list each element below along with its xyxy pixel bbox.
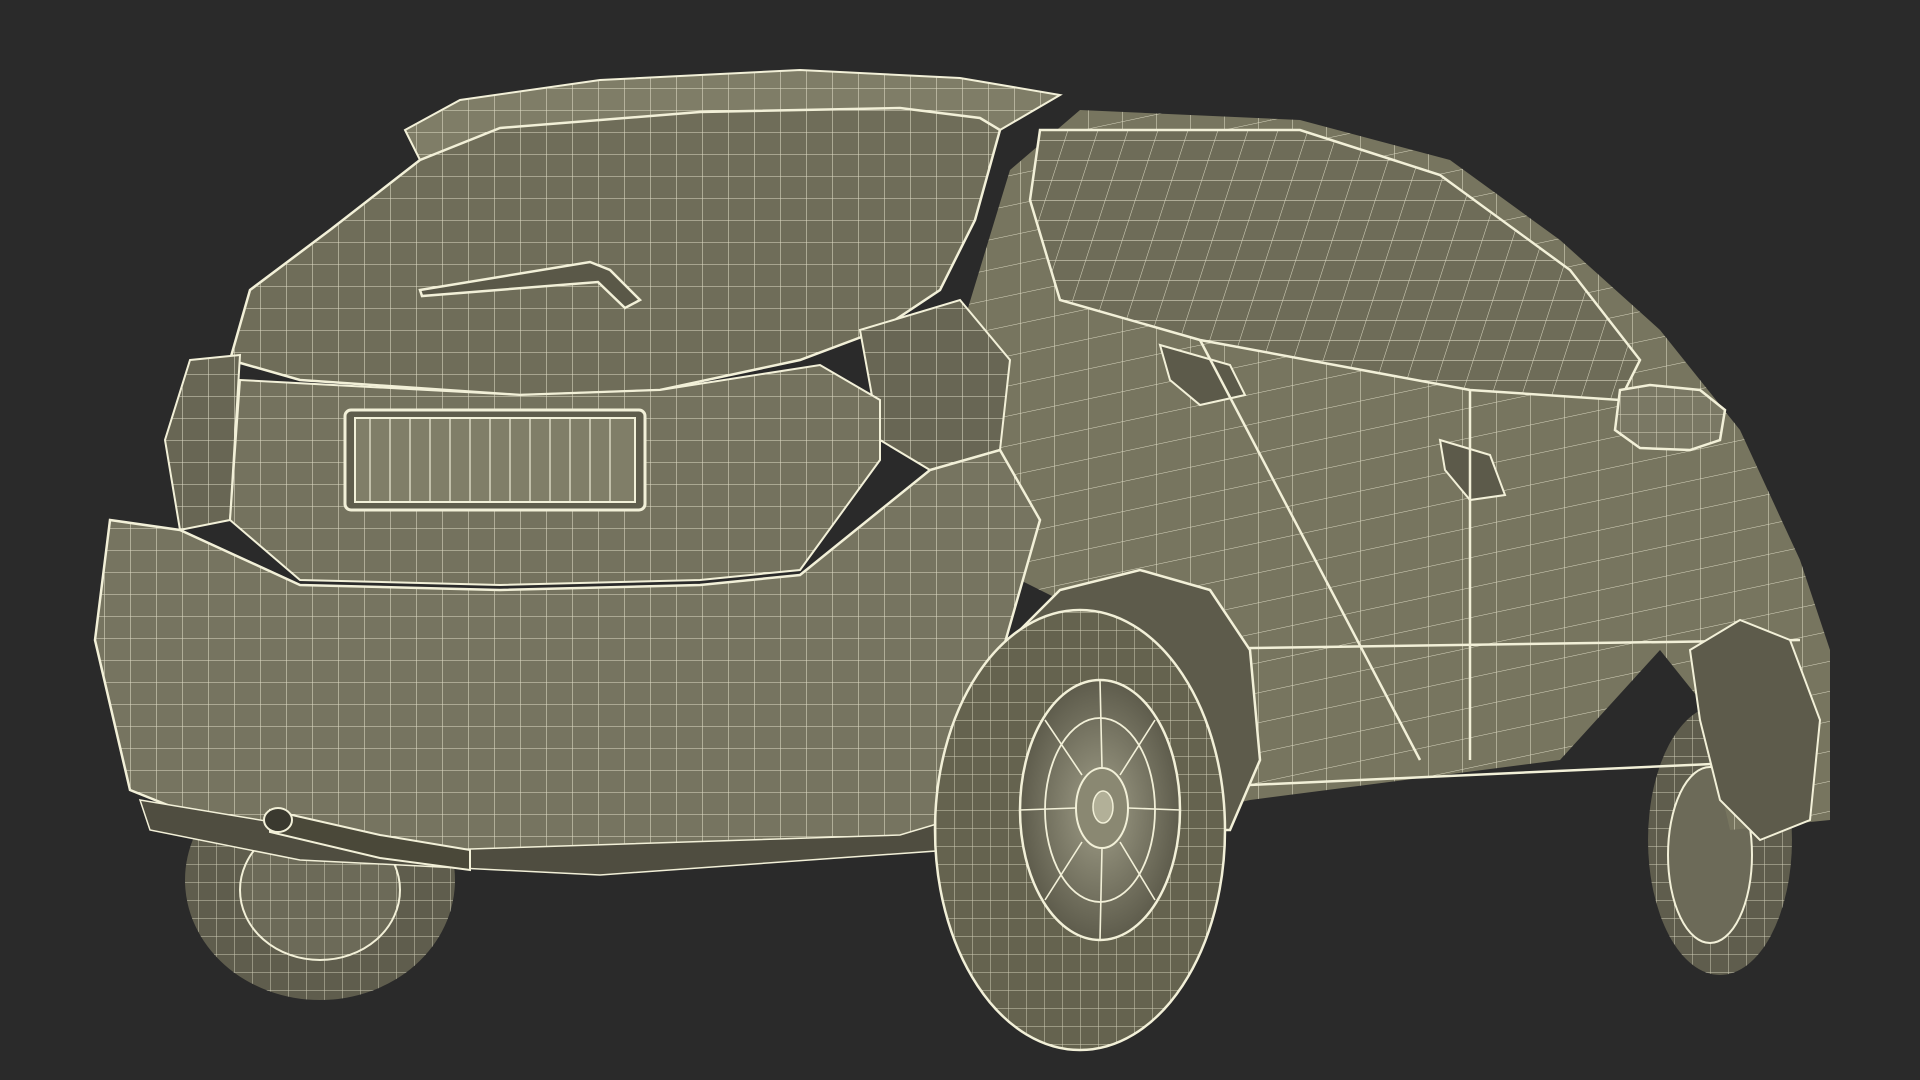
car-wireframe-render bbox=[93, 68, 1830, 1052]
render-viewport bbox=[0, 0, 1920, 1080]
rear-right-wheel bbox=[933, 608, 1227, 1052]
rear-right-rim bbox=[1018, 678, 1182, 942]
license-plate bbox=[343, 408, 647, 512]
